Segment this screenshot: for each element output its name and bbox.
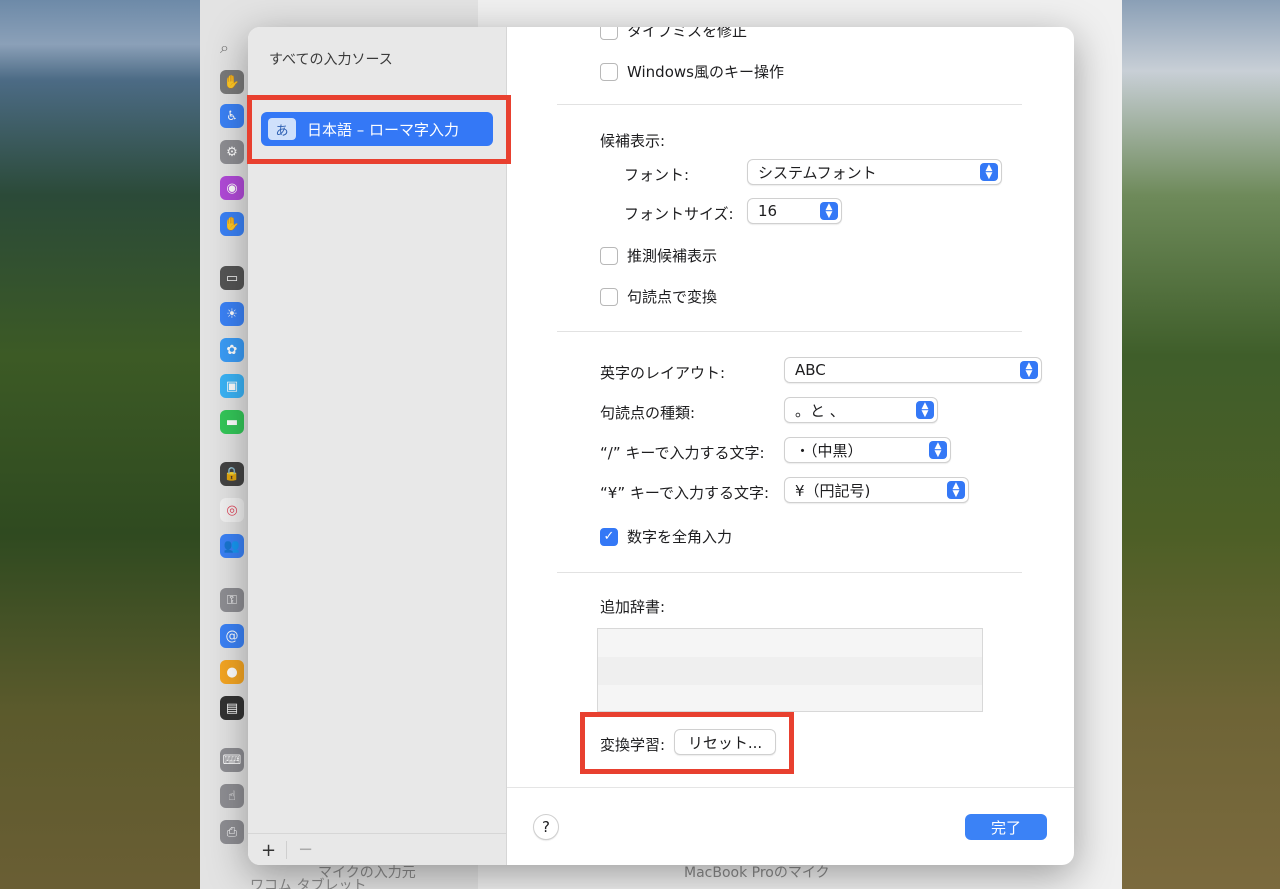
chevron-updown-icon: ▲ ▼ <box>1020 361 1038 379</box>
accessibility-icon[interactable]: ♿ <box>220 104 244 128</box>
windows-keys-checkbox[interactable] <box>600 62 618 81</box>
display-icon[interactable]: ▭ <box>220 266 244 290</box>
screensaver-icon[interactable]: ✿ <box>220 338 244 362</box>
desktop-wallpaper-right <box>1122 0 1280 889</box>
hiragana-a-icon: あ <box>268 118 296 140</box>
input-sources-sheet: すべての入力ソース あ 日本語 – ローマ字入力 + − タイプミスを修正 Wi… <box>248 27 1074 865</box>
help-button[interactable]: ? <box>533 814 559 840</box>
dictionary-row <box>598 657 982 685</box>
typo-fix-checkbox[interactable] <box>600 27 618 40</box>
dictionary-row <box>598 685 982 713</box>
keyboard-icon[interactable]: ⌨ <box>220 748 244 772</box>
learning-label: 変換学習: <box>600 736 666 754</box>
predictive-label: 推測候補表示 <box>627 247 718 265</box>
privacy-icon[interactable]: ✋ <box>220 70 244 94</box>
toolbar-divider <box>286 841 287 859</box>
yen-key-popup[interactable]: ¥（円記号) ▲ ▼ <box>784 477 969 503</box>
chevron-updown-icon: ▲ ▼ <box>947 481 965 499</box>
users-icon[interactable]: 👥 <box>220 534 244 558</box>
punct-type-label: 句読点の種類: <box>600 404 696 422</box>
divider <box>557 572 1022 573</box>
all-input-sources-header[interactable]: すべての入力ソース <box>269 49 393 69</box>
slash-key-popup[interactable]: ・（中黒） ▲ ▼ <box>784 437 951 463</box>
punct-convert-row: 句読点で変換 <box>600 286 717 307</box>
hand-icon[interactable]: ✋ <box>220 212 244 236</box>
windows-keys-row: Windows風のキー操作 <box>600 61 784 82</box>
list-toolbar: + − <box>248 833 507 865</box>
dictionary-label: 追加辞書: <box>600 598 666 616</box>
control-center-icon[interactable]: ⚙ <box>220 140 244 164</box>
typo-fix-label: タイプミスを修正 <box>627 27 748 40</box>
wallpaper-icon[interactable]: ▣ <box>220 374 244 398</box>
reset-learning-button[interactable]: リセット... <box>674 729 776 755</box>
font-size-value: 16 <box>758 202 778 220</box>
font-label: フォント: <box>624 166 690 184</box>
chevron-updown-icon: ▲ ▼ <box>980 163 998 181</box>
yen-key-label: “¥” キーで入力する文字: <box>600 484 770 502</box>
layout-label: 英字のレイアウト: <box>600 364 726 382</box>
input-source-japanese-romaji[interactable]: あ 日本語 – ローマ字入力 <box>261 112 493 146</box>
game-center-icon[interactable]: ● <box>220 660 244 684</box>
passwords-icon[interactable]: ⚿ <box>220 588 244 612</box>
trackpad-icon[interactable]: ☝ <box>220 784 244 808</box>
predictive-row: 推測候補表示 <box>600 245 717 266</box>
desktop-wallpaper-left <box>0 0 200 889</box>
font-value: システムフォント <box>758 163 877 182</box>
punct-convert-label: 句読点で変換 <box>627 288 718 306</box>
layout-value: ABC <box>795 361 826 379</box>
font-popup[interactable]: システムフォント ▲ ▼ <box>747 159 1002 185</box>
lock-icon[interactable]: 🔒 <box>220 462 244 486</box>
layout-popup[interactable]: ABC ▲ ▼ <box>784 357 1042 383</box>
punct-convert-checkbox[interactable] <box>600 287 618 306</box>
brightness-icon[interactable]: ☀ <box>220 302 244 326</box>
punct-type-popup[interactable]: 。と 、 ▲ ▼ <box>784 397 938 423</box>
done-button[interactable]: 完了 <box>965 814 1047 840</box>
divider <box>557 331 1022 332</box>
internet-accounts-icon[interactable]: @ <box>220 624 244 648</box>
touchid-icon[interactable]: ◎ <box>220 498 244 522</box>
fullwidth-numbers-row: ✓ 数字を全角入力 <box>600 526 732 547</box>
yen-key-value: ¥（円記号) <box>795 481 871 500</box>
mic-input-label: マイクの入力元 <box>318 865 416 881</box>
slash-key-value: ・（中黒） <box>795 441 863 460</box>
dictionary-row <box>598 629 982 657</box>
printers-icon[interactable]: ⎙ <box>220 820 244 844</box>
search-icon[interactable]: ⌕ <box>220 38 229 58</box>
input-source-options: タイプミスを修正 Windows風のキー操作 候補表示: フォント: システムフ… <box>507 27 1074 865</box>
punct-type-value: 。と 、 <box>795 401 845 420</box>
wallet-icon[interactable]: ▤ <box>220 696 244 720</box>
font-size-label: フォントサイズ: <box>624 205 734 223</box>
fullwidth-numbers-checkbox[interactable]: ✓ <box>600 527 618 546</box>
input-source-label: 日本語 – ローマ字入力 <box>307 120 460 139</box>
input-sources-list: すべての入力ソース あ 日本語 – ローマ字入力 + − <box>248 27 507 865</box>
fullwidth-numbers-label: 数字を全角入力 <box>627 528 733 546</box>
candidates-heading: 候補表示: <box>600 132 666 150</box>
siri-icon[interactable]: ◉ <box>220 176 244 200</box>
divider <box>557 104 1022 105</box>
chevron-updown-icon: ▲ ▼ <box>916 401 934 419</box>
windows-keys-label: Windows風のキー操作 <box>627 63 784 81</box>
dictionary-list[interactable] <box>597 628 983 712</box>
remove-button[interactable]: − <box>298 839 313 860</box>
chevron-updown-icon: ▲ ▼ <box>929 441 947 459</box>
battery-icon[interactable]: ▬ <box>220 410 244 434</box>
footer-divider <box>507 787 1074 788</box>
font-size-popup[interactable]: 16 ▲ ▼ <box>747 198 842 224</box>
slash-key-label: “/” キーで入力する文字: <box>600 444 765 462</box>
add-button[interactable]: + <box>261 840 276 861</box>
predictive-checkbox[interactable] <box>600 246 618 265</box>
typo-fix-row: タイプミスを修正 <box>600 27 747 41</box>
mic-input-value[interactable]: MacBook Proのマイク <box>684 862 830 882</box>
chevron-updown-icon: ▲ ▼ <box>820 202 838 220</box>
